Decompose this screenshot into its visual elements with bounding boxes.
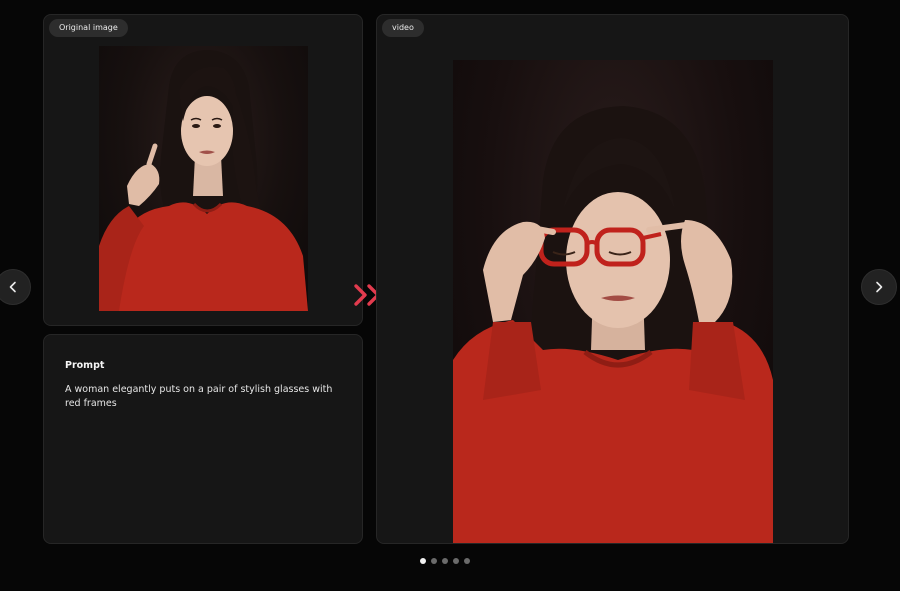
original-image-tag: Original image — [49, 19, 128, 37]
original-image-card: Original image — [43, 14, 363, 326]
pagination-dot-3[interactable] — [442, 558, 448, 564]
pagination-dots — [420, 558, 470, 564]
example-carousel: Original image Prompt A woman elegantly … — [0, 0, 900, 591]
next-button[interactable] — [861, 269, 897, 305]
pagination-dot-1[interactable] — [420, 558, 426, 564]
pagination-dot-4[interactable] — [453, 558, 459, 564]
previous-button[interactable] — [0, 269, 31, 305]
prompt-heading: Prompt — [65, 360, 105, 371]
chevron-right-icon — [876, 281, 883, 293]
pagination-dot-2[interactable] — [431, 558, 437, 564]
video-preview[interactable] — [453, 60, 773, 543]
video-tag: video — [382, 19, 424, 37]
chevron-left-icon — [9, 281, 16, 293]
pagination-dot-5[interactable] — [464, 558, 470, 564]
original-image — [99, 46, 308, 311]
prompt-text: A woman elegantly puts on a pair of styl… — [65, 384, 333, 409]
prompt-card: Prompt A woman elegantly puts on a pair … — [43, 334, 363, 544]
video-card: video — [376, 14, 849, 544]
